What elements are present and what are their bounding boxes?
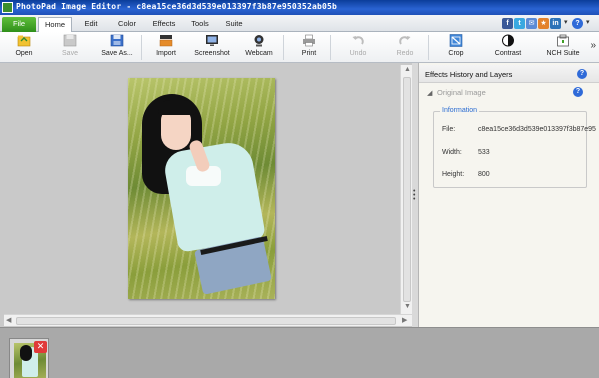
scroll-down-icon[interactable]: ▼ [404,303,411,310]
height-value: 800 [478,171,490,178]
chevron-down-icon[interactable]: ▾ [586,18,590,26]
printer-icon [303,34,315,47]
redo-button[interactable]: Redo [392,34,418,62]
contrast-button[interactable]: Contrast [491,34,525,62]
webcam-label: Webcam [245,50,273,57]
toolbar: Open Save Save As... Import Screenshot W… [0,32,599,63]
toolbar-separator [141,35,142,60]
twitter-icon[interactable]: t [514,18,525,29]
linkedin-icon[interactable]: in [550,18,561,29]
collapse-triangle-icon[interactable]: ◢ [427,89,432,97]
open-button[interactable]: Open [8,34,40,62]
app-icon [2,2,13,13]
screenshot-icon [206,35,218,46]
webcam-button[interactable]: Webcam [244,34,274,62]
scroll-left-icon[interactable]: ◀ [6,316,11,324]
image-thumbnail[interactable]: ✕ [9,338,49,378]
save-as-disk-icon [110,34,124,47]
contrast-label: Contrast [494,50,522,57]
layer-original-image[interactable]: ◢ Original Image ? [423,86,596,102]
width-value: 533 [478,149,490,156]
screenshot-button[interactable]: Screenshot [193,34,231,62]
undo-button[interactable]: Undo [345,34,371,62]
thumbnail-hair [20,345,32,361]
open-images-tray: ✕ [0,327,599,378]
nch-suite-icon [557,34,569,47]
save-disk-icon [63,34,77,47]
open-label: Open [15,50,33,57]
effects-history-panel: Effects History and Layers ? ◢ Original … [418,63,599,327]
height-label: Height: [442,171,465,178]
redo-icon [399,36,411,45]
import-button[interactable]: Import [152,34,180,62]
information-legend: Information [440,107,480,114]
scroll-up-icon[interactable]: ▲ [404,66,411,73]
photo-bangs [158,100,196,115]
help-icon[interactable]: ? [572,18,583,29]
menu-tab-bar: File Home Edit Color Effects Tools Suite… [0,15,599,32]
crop-button[interactable]: Crop [443,34,469,62]
crop-icon [449,34,463,47]
redo-label: Redo [396,50,414,57]
screenshot-label: Screenshot [194,50,230,57]
tab-file[interactable]: File [2,17,36,32]
print-label: Print [301,50,317,57]
window-title: PhotoPad Image Editor - c8ea15ce36d3d539… [16,2,338,11]
scroll-right-icon[interactable]: ▶ [402,316,407,324]
tab-home[interactable]: Home [38,17,72,32]
contrast-icon [502,34,514,47]
save-label: Save [62,50,78,57]
horizontal-scrollbar[interactable]: ◀ ▶ [4,314,412,326]
import-label: Import [156,50,176,57]
vertical-scroll-thumb[interactable] [403,77,411,302]
toolbar-overflow-button[interactable]: » [590,40,596,51]
print-button[interactable]: Print [296,34,322,62]
layer-title: Original Image [437,88,486,97]
file-label: File: [442,126,456,133]
close-icon[interactable]: ✕ [34,341,47,353]
tab-tools[interactable]: Tools [185,17,215,32]
import-icon [159,35,173,47]
width-label: Width: [442,149,462,156]
title-bar: PhotoPad Image Editor - c8ea15ce36d3d539… [0,0,599,15]
save-button[interactable]: Save [55,34,85,62]
panel-header: Effects History and Layers ? [419,65,599,83]
save-as-label: Save As... [101,50,133,57]
file-value: c8ea15ce36d3d539e013397f3b87e95 [478,126,596,133]
toolbar-separator [330,35,331,60]
layer-help-icon[interactable]: ? [573,87,583,97]
nch-suite-button[interactable]: NCH Suite [544,34,582,62]
panel-title: Effects History and Layers [425,70,513,79]
tab-color[interactable]: Color [111,17,143,32]
tab-suite[interactable]: Suite [219,17,249,32]
toolbar-separator [428,35,429,60]
grip-icon: • • • [413,188,416,203]
webcam-icon [254,35,264,47]
tab-edit[interactable]: Edit [76,17,106,32]
toolbar-separator [283,35,284,60]
feedback-icon[interactable]: ✉ [526,18,537,29]
nch-suite-label: NCH Suite [546,50,580,57]
chevron-down-icon[interactable]: ▾ [564,18,568,26]
crop-label: Crop [448,50,464,57]
information-box: Information File: c8ea15ce36d3d539e01339… [433,107,596,188]
stumble-icon[interactable]: ★ [538,18,549,29]
image-preview[interactable] [128,78,275,299]
undo-label: Undo [349,50,367,57]
tab-effects[interactable]: Effects [147,17,181,32]
undo-icon [352,36,364,45]
photo-shirt [161,139,267,253]
panel-help-icon[interactable]: ? [577,69,587,79]
facebook-icon[interactable]: f [502,18,513,29]
save-as-button[interactable]: Save As... [98,34,136,62]
open-folder-icon [17,35,31,47]
vertical-scrollbar[interactable]: ▲ ▼ [400,65,412,314]
horizontal-scroll-thumb[interactable] [16,317,396,325]
